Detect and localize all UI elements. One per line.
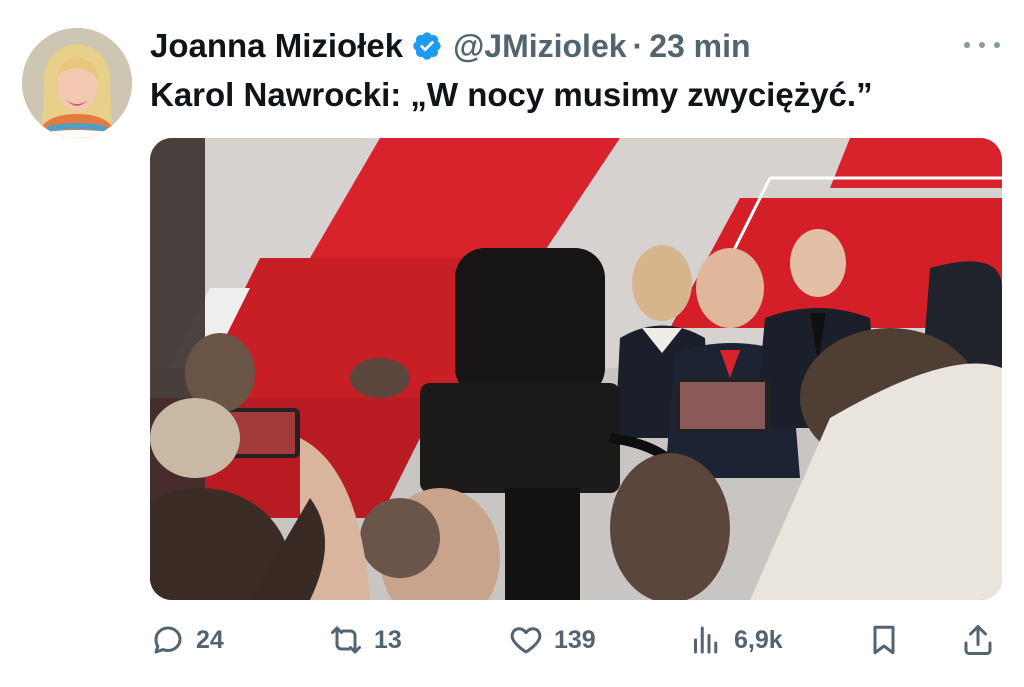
tweet-timestamp[interactable]: 23 min xyxy=(649,28,750,65)
author-avatar[interactable] xyxy=(22,28,132,138)
share-icon xyxy=(964,625,992,655)
heart-icon xyxy=(510,627,542,654)
tweet-header: Joanna Miziołek @JMiziolek · 23 min xyxy=(150,26,751,66)
views-icon xyxy=(694,626,718,654)
like-count: 139 xyxy=(554,625,596,654)
bookmark-button[interactable] xyxy=(866,612,902,668)
verified-badge-icon xyxy=(411,30,443,62)
retweet-count: 13 xyxy=(374,625,402,654)
separator-dot: · xyxy=(632,27,644,64)
author-name[interactable]: Joanna Miziołek xyxy=(150,27,403,65)
share-button[interactable] xyxy=(960,612,996,668)
bookmark-icon xyxy=(873,625,895,655)
retweet-icon xyxy=(331,626,361,654)
reply-icon xyxy=(154,626,182,654)
views-button[interactable]: 6,9k xyxy=(688,612,783,668)
views-count: 6,9k xyxy=(734,625,783,654)
reply-count: 24 xyxy=(196,625,224,654)
author-handle[interactable]: @JMiziolek xyxy=(453,28,626,65)
reply-button[interactable]: 24 xyxy=(150,612,224,668)
tweet-photo[interactable] xyxy=(150,138,1002,600)
tweet-text: Karol Nawrocki: „W nocy musimy zwyciężyć… xyxy=(150,76,873,113)
like-button[interactable]: 139 xyxy=(508,612,596,668)
more-icon[interactable] xyxy=(964,30,1000,60)
tweet-action-bar: 24 13 139 6,9k xyxy=(150,612,1002,668)
retweet-button[interactable]: 13 xyxy=(328,612,402,668)
